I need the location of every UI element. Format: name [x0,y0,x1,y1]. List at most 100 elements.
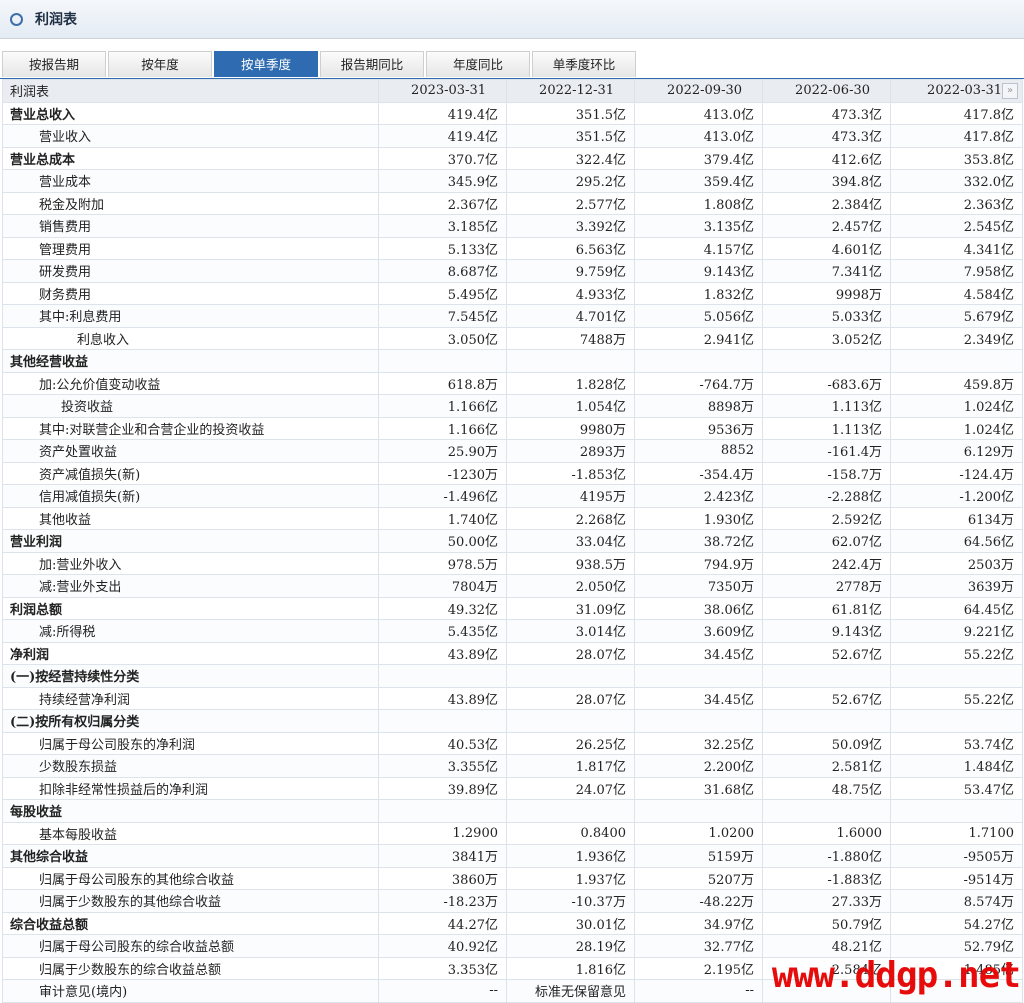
row-value [762,799,891,823]
row-label: 信用减值损失(新) [2,484,379,508]
row-value: 1.832亿 [634,281,763,305]
row-value: 2.050亿 [506,574,635,598]
row-value: 1.7100 [890,821,1023,845]
row-label: 营业成本 [2,169,379,193]
row-label: 审计意见(境内) [2,979,379,1003]
row-value: 9.143亿 [762,619,891,643]
row-value: 2.200亿 [634,754,763,778]
row-value: 419.4亿 [378,101,507,125]
row-value: 50.79亿 [762,911,891,935]
row-value [890,349,1023,373]
row-value: 412.6亿 [762,146,891,170]
tab-1[interactable]: 按年度 [108,51,212,77]
row-value: 8.687亿 [378,259,507,283]
table-row: 管理费用 5.133亿 6.563亿 4.157亿 4.601亿 4.341亿 [2,236,1023,260]
row-value: 5.495亿 [378,281,507,305]
row-value: 242.4万 [762,551,891,575]
row-value: -- [634,979,763,1003]
row-label: 减:所得税 [2,619,379,643]
table-row: 其他收益 1.740亿 2.268亿 1.930亿 2.592亿 6134万 [2,506,1023,530]
row-value: 978.5万 [378,551,507,575]
tab-4[interactable]: 年度同比 [426,51,530,77]
row-value: 5.679亿 [890,304,1023,328]
table-row: (一)按经营持续性分类 [2,664,1023,688]
row-value: 332.0亿 [890,169,1023,193]
row-value: 55.22亿 [890,641,1023,665]
row-value: 50.00亿 [378,529,507,553]
row-value: 53.47亿 [890,776,1023,800]
row-value: 345.9亿 [378,169,507,193]
row-label: 每股收益 [2,799,379,823]
row-label: 归属于少数股东的其他综合收益 [2,889,379,913]
row-value: 48.75亿 [762,776,891,800]
header-label: 利润表 [2,79,379,103]
row-value: 473.3亿 [762,101,891,125]
row-value: -9514万 [890,866,1023,890]
row-value: 353.8亿 [890,146,1023,170]
row-label: 管理费用 [2,236,379,260]
table-row: 营业总收入 419.4亿 351.5亿 413.0亿 473.3亿 417.8亿 [2,101,1023,125]
tab-3[interactable]: 报告期同比 [320,51,424,77]
row-value: 351.5亿 [506,101,635,125]
row-value: 1.828亿 [506,371,635,395]
row-value: 379.4亿 [634,146,763,170]
row-value [378,664,507,688]
row-value: -124.4万 [890,461,1023,485]
row-value: 359.4亿 [634,169,763,193]
tab-2[interactable]: 按单季度 [214,51,318,77]
table-row: 扣除非经常性损益后的净利润 39.89亿 24.07亿 31.68亿 48.75亿 53.… [2,776,1023,800]
row-label: 减:营业外支出 [2,574,379,598]
table-row: 利润总额 49.32亿 31.09亿 38.06亿 61.81亿 64.45亿 [2,596,1023,620]
table-row: 营业收入 419.4亿 351.5亿 413.0亿 473.3亿 417.8亿 [2,124,1023,148]
row-label: 归属于母公司股东的综合收益总额 [2,934,379,958]
row-value: -18.23万 [378,889,507,913]
scroll-right-icon[interactable]: » [1002,83,1018,99]
row-label: 利息收入 [2,326,379,350]
row-value: 2.195亿 [634,956,763,980]
row-value: 62.07亿 [762,529,891,553]
row-label: 加:营业外收入 [2,551,379,575]
row-value: -1.496亿 [378,484,507,508]
row-value: 4.933亿 [506,281,635,305]
row-value: 1.0200 [634,821,763,845]
table-row: 信用减值损失(新) -1.496亿 4195万 2.423亿 -2.288亿 -1.200… [2,484,1023,508]
header-date: 2023-03-31 [378,79,507,103]
row-value: 794.9万 [634,551,763,575]
row-value: 3.052亿 [762,326,891,350]
row-value: 4.341亿 [890,236,1023,260]
row-value: 6.563亿 [506,236,635,260]
row-value: 1.937亿 [506,866,635,890]
table-row: 其他经营收益 [2,349,1023,373]
row-value: 1.113亿 [762,416,891,440]
row-value: 4.601亿 [762,236,891,260]
row-value: -10.37万 [506,889,635,913]
row-value: 40.92亿 [378,934,507,958]
row-value: 2.592亿 [762,506,891,530]
row-value: 417.8亿 [890,124,1023,148]
row-value: 4.157亿 [634,236,763,260]
tab-5[interactable]: 单季度环比 [532,51,636,77]
row-value: 3860万 [378,866,507,890]
row-value: 9980万 [506,416,635,440]
row-value: 5.056亿 [634,304,763,328]
row-value: 1.024亿 [890,416,1023,440]
table-row: 财务费用 5.495亿 4.933亿 1.832亿 9998万 4.584亿 [2,281,1023,305]
row-value: -764.7万 [634,371,763,395]
row-value: -161.4万 [762,439,891,463]
table-row: 资产减值损失(新) -1230万 -1.853亿 -354.4万 -158.7万 -124… [2,461,1023,485]
row-value: 322.4亿 [506,146,635,170]
tab-0[interactable]: 按报告期 [2,51,106,77]
row-value: 5207万 [634,866,763,890]
row-value: -1.853亿 [506,461,635,485]
table-row: 持续经营净利润 43.89亿 28.07亿 34.45亿 52.67亿 55.22亿 [2,686,1023,710]
row-value: 394.8亿 [762,169,891,193]
row-value: 1.808亿 [634,191,763,215]
income-statement-table: 利润表 2023-03-31 2022-12-31 2022-09-30 2022-06… [2,79,1023,1003]
table-row: 基本每股收益 1.2900 0.8400 1.0200 1.6000 1.7100 [2,821,1023,845]
row-value: 48.21亿 [762,934,891,958]
row-value: 55.22亿 [890,686,1023,710]
row-value: 3.355亿 [378,754,507,778]
row-value: 9998万 [762,281,891,305]
row-value: 52.79亿 [890,934,1023,958]
row-value: 7.958亿 [890,259,1023,283]
